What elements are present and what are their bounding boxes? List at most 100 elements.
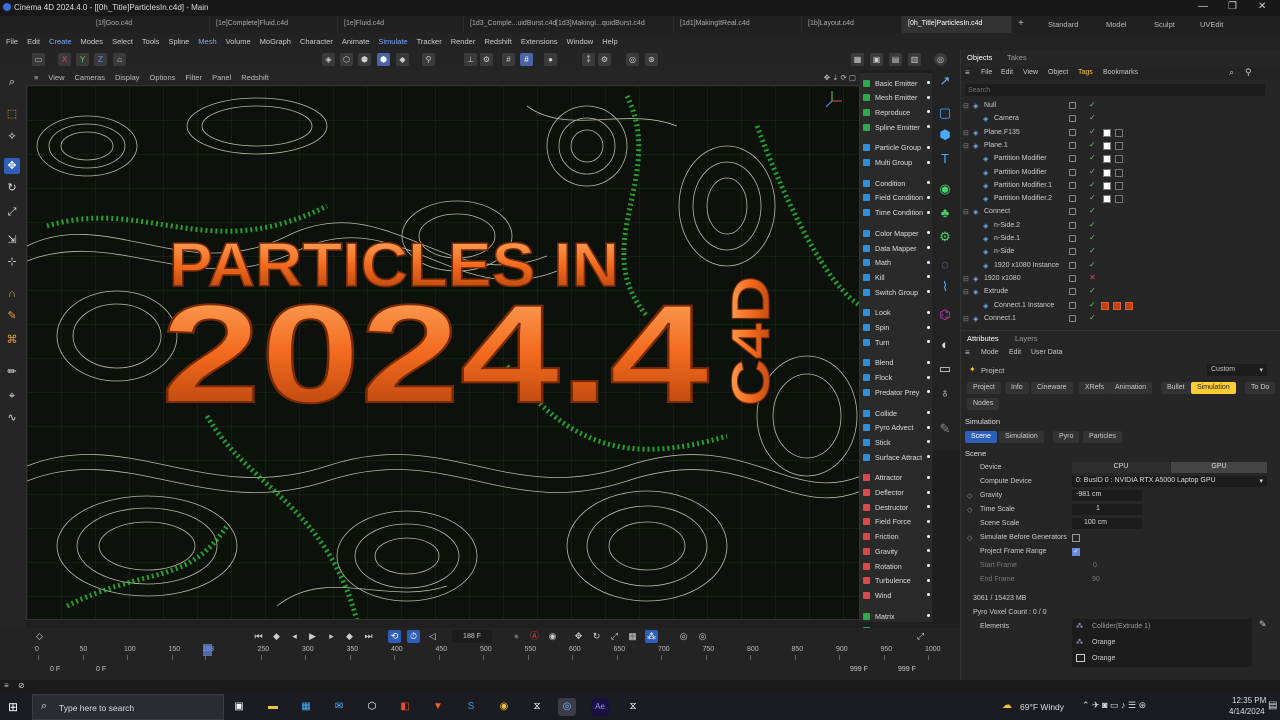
enabled-check-icon[interactable]: ✓ — [1089, 246, 1096, 255]
clock-date[interactable]: 4/14/2024 — [1229, 707, 1265, 716]
layout-tab-sculpt[interactable]: Sculpt — [1154, 20, 1175, 29]
grid-icon[interactable]: # — [502, 53, 515, 66]
object-row[interactable]: ◈ Partition Modifier.2 ✓ — [961, 193, 1280, 206]
material-icon[interactable]: ◐ — [936, 336, 954, 354]
menu-redshift[interactable]: Redshift — [484, 37, 512, 46]
tag-icon[interactable] — [1103, 168, 1111, 177]
sim-node-item[interactable]: Flock — [863, 371, 930, 385]
menu-create[interactable]: Create — [49, 37, 72, 46]
menu-select[interactable]: Select — [112, 37, 133, 46]
menu-tools[interactable]: Tools — [142, 37, 160, 46]
expand-icon[interactable]: ⊟ — [963, 288, 969, 296]
subtab-simulation[interactable]: Simulation — [999, 431, 1044, 443]
camera-icon[interactable]: ▭ — [936, 360, 954, 378]
knife-icon[interactable]: ✎ — [4, 308, 20, 324]
expand-icon[interactable]: ⊟ — [963, 208, 969, 216]
layer-flag-icon[interactable] — [1069, 115, 1076, 123]
status-menu-icon[interactable]: ≡ — [4, 681, 9, 690]
viewport-render-icon[interactable]: ◎ — [626, 53, 639, 66]
generator-icon[interactable]: ◉ — [936, 180, 954, 198]
3d-viewport[interactable]: PARTICLES IN 2024.4 C4D — [26, 85, 860, 620]
tag-icon[interactable] — [1115, 168, 1123, 177]
material-tag-icon[interactable] — [1101, 301, 1109, 310]
layer-flag-icon[interactable] — [1069, 208, 1076, 216]
enabled-check-icon[interactable]: ✓ — [1089, 167, 1096, 176]
time-scale-field[interactable]: 1 — [1072, 504, 1142, 515]
file-tab[interactable]: [1d1]MakingItReal.c4d — [674, 16, 802, 33]
tray-icons[interactable]: ⌃ ✈ ◙ ▭ ♪ ☰ ⊛ — [1082, 700, 1146, 711]
file-tab[interactable]: [1d3]MakingI...quidBurst.c4d — [550, 16, 674, 33]
layout-tab-standard[interactable]: Standard — [1048, 20, 1078, 29]
sim-node-item[interactable]: Stick — [863, 435, 930, 449]
objects-menu-file[interactable]: File — [981, 69, 992, 76]
snap-settings-icon[interactable]: ⚙ — [480, 53, 493, 66]
menu-animate[interactable]: Animate — [342, 37, 370, 46]
object-row[interactable]: ⊟ ◈ 1920 x1080 ✕ — [961, 273, 1280, 286]
scene-scale-field[interactable]: 100 cm — [1072, 518, 1142, 529]
pen-icon[interactable]: ⌖ — [4, 388, 20, 404]
sim-node-item[interactable]: Condition — [863, 176, 930, 190]
viewport-nav-icons[interactable]: ✥ ⇣ ⟳ ▢ — [824, 73, 856, 82]
move-icon[interactable]: ✥ — [4, 158, 20, 174]
layer-flag-icon[interactable] — [1069, 155, 1076, 163]
object-row[interactable]: ◈ n-Side.2 ✓ — [961, 220, 1280, 233]
disabled-icon[interactable]: ✕ — [1089, 273, 1096, 282]
tag-icon[interactable] — [1103, 195, 1111, 204]
viewport-menu-redshift[interactable]: Redshift — [241, 73, 269, 82]
uv-mode-icon[interactable]: ◆ — [396, 53, 409, 66]
sim-node-item[interactable]: Particle Group — [863, 141, 930, 155]
objects-search-input[interactable] — [965, 84, 1265, 96]
sim-node-item[interactable]: Predator Prey — [863, 385, 930, 399]
menu-window[interactable]: Window — [567, 37, 594, 46]
weather-text[interactable]: 69°F Windy — [1020, 702, 1064, 712]
viewport-menu-options[interactable]: Options — [150, 73, 176, 82]
enabled-check-icon[interactable]: ✓ — [1089, 140, 1096, 149]
file-tab[interactable]: [1f]Goo.c4d — [90, 16, 210, 33]
sim-node-item[interactable]: Surface Attract — [863, 450, 930, 464]
menu-extensions[interactable]: Extensions — [521, 37, 558, 46]
attr-tab-todo[interactable]: To Do — [1245, 382, 1276, 394]
menu-mograph[interactable]: MoGraph — [260, 37, 291, 46]
store-icon[interactable]: ▦ — [297, 698, 315, 716]
object-row[interactable]: ◈ n-Side.1 ✓ — [961, 233, 1280, 246]
sim-node-item[interactable]: Color Mapper — [863, 226, 930, 240]
gravity-field[interactable]: -981 cm — [1072, 490, 1142, 501]
menu-edit[interactable]: Edit — [27, 37, 40, 46]
layer-flag-icon[interactable] — [1069, 221, 1076, 229]
tag-icon[interactable] — [1115, 181, 1123, 190]
sim-node-item[interactable]: Deflector — [863, 486, 930, 500]
render-settings-icon[interactable]: ⊛ — [645, 53, 658, 66]
brush-icon[interactable]: ⌘ — [4, 332, 20, 348]
expand-icon[interactable]: ⊟ — [963, 102, 969, 110]
menu-file[interactable]: File — [6, 37, 18, 46]
clock-time[interactable]: 12:35 PM — [1232, 696, 1266, 705]
menu-render[interactable]: Render — [451, 37, 476, 46]
cinema4d-icon[interactable]: ◎ — [558, 698, 576, 716]
tag-icon[interactable] — [1103, 181, 1111, 190]
sim-node-item[interactable]: Mesh Emitter — [863, 91, 930, 105]
model-mode-icon[interactable]: ◈ — [322, 53, 335, 66]
cube-icon[interactable]: ⬢ — [936, 126, 954, 144]
paint-icon[interactable]: ✏ — [4, 364, 20, 380]
viewport-menu-display[interactable]: Display — [115, 73, 140, 82]
keyframe-diamond-icon[interactable]: ◇ — [967, 534, 972, 542]
layer-flag-icon[interactable] — [1069, 141, 1076, 149]
y-axis-button[interactable]: Y — [76, 53, 89, 66]
menu-mesh[interactable]: Mesh — [198, 37, 216, 46]
edit-list-icon[interactable]: ✎ — [1259, 619, 1267, 630]
material-tag-icon[interactable] — [1125, 301, 1133, 310]
end-frame-field[interactable]: 90 — [1092, 576, 1100, 583]
rotate-icon[interactable]: ↻ — [4, 180, 20, 196]
menu-spline[interactable]: Spline — [168, 37, 189, 46]
enabled-check-icon[interactable]: ✓ — [1089, 153, 1096, 162]
tag-icon[interactable] — [1103, 141, 1111, 150]
elements-list[interactable]: ⁂ Collider(Extrude 1) ⁂ Orange Orange — [1072, 619, 1252, 667]
layer-flag-icon[interactable] — [1069, 274, 1076, 282]
enabled-check-icon[interactable]: ✓ — [1089, 260, 1096, 269]
range-end-field[interactable]: 999 F — [898, 666, 916, 673]
objects-menu-edit[interactable]: Edit — [1001, 69, 1013, 76]
object-row[interactable]: ◈ Partition Modifier.1 ✓ — [961, 180, 1280, 193]
layer-flag-icon[interactable] — [1069, 102, 1076, 109]
objects-menu-object[interactable]: Object — [1048, 69, 1068, 76]
axis-mode-icon[interactable]: ⚲ — [422, 53, 435, 66]
